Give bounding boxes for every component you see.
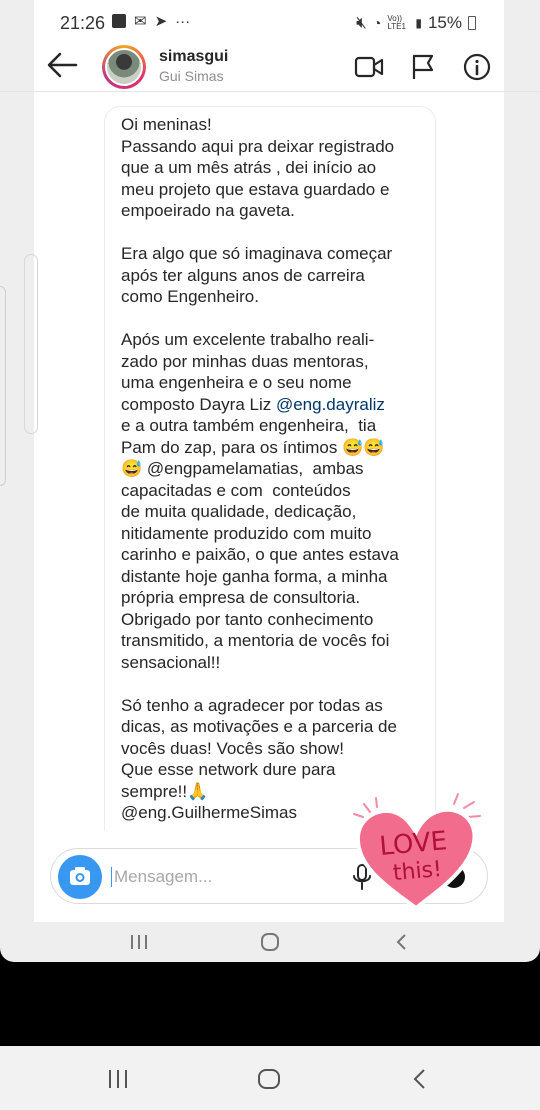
network-label: Vo)) LTE1 — [387, 14, 406, 31]
home-icon[interactable] — [256, 1067, 282, 1091]
recent-apps-icon[interactable] — [128, 932, 150, 952]
back-arrow-icon[interactable] — [44, 50, 80, 80]
signal-icon: ▮ — [415, 16, 422, 30]
avatar[interactable] — [102, 45, 146, 89]
camera-button[interactable] — [58, 855, 102, 899]
chat-full-name: Gui Simas — [159, 68, 224, 84]
edge-panel-handle[interactable] — [0, 286, 6, 486]
flag-icon[interactable] — [408, 52, 438, 82]
notification-icons: ✉ ➤ ··· — [112, 12, 190, 30]
recent-apps-icon[interactable] — [106, 1068, 130, 1090]
system-navigation-bar — [0, 1046, 540, 1110]
wifi-icon: ◔ — [372, 15, 382, 31]
message-input[interactable]: Mensagem... — [111, 867, 212, 887]
info-icon[interactable] — [462, 52, 492, 82]
side-panel-handle[interactable] — [24, 254, 38, 434]
battery-percent: 15% — [427, 13, 462, 32]
home-icon[interactable] — [258, 932, 282, 952]
camera-icon — [70, 867, 90, 885]
chat-header: simasgui Gui Simas — [0, 40, 540, 92]
back-icon[interactable] — [392, 932, 412, 952]
mute-icon: 🔇︎ — [356, 13, 367, 32]
system-icons: 🔇︎ ◔ Vo)) LTE1 ▮ 15% — [356, 13, 476, 33]
inner-navigation-bar — [0, 922, 540, 962]
app-screen: 21:26 ✉ ➤ ··· 🔇︎ ◔ Vo)) LTE1 ▮ 15% simas… — [0, 0, 540, 962]
battery-icon — [468, 16, 476, 30]
telegram-icon: ➤ — [154, 13, 168, 30]
back-icon[interactable] — [410, 1067, 430, 1091]
message-text: Oi meninas! Passando aqui pra deixar reg… — [121, 114, 431, 824]
message-text-part: Oi meninas! Passando aqui pra deixar reg… — [121, 115, 395, 414]
status-time: 21:26 — [60, 13, 106, 33]
chat-username[interactable]: simasgui — [159, 48, 228, 66]
linkedin-icon — [112, 14, 126, 28]
mail-icon: ✉ — [134, 13, 147, 30]
sticker-line-2: this! — [392, 857, 443, 886]
mention-link[interactable]: @eng.dayraliz — [276, 395, 385, 414]
message-text-part: e a outra também engenheira, tia Pam do … — [121, 416, 399, 822]
more-notifications-icon: ··· — [175, 12, 191, 30]
video-call-icon[interactable] — [354, 52, 384, 82]
love-this-sticker: LOVE this! — [353, 793, 481, 911]
